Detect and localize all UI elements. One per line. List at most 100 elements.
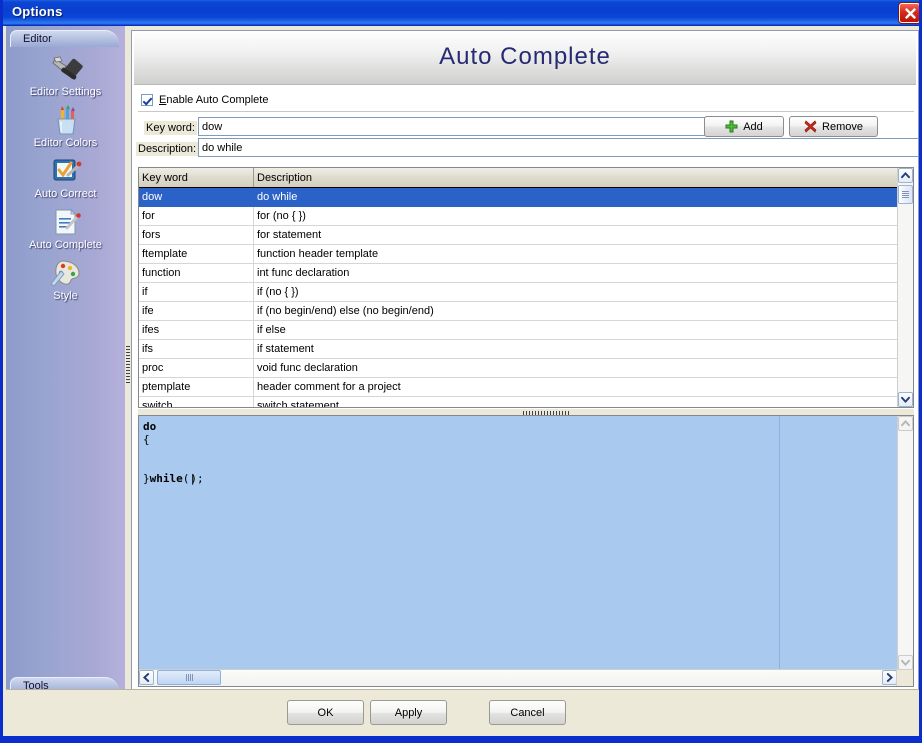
cell-keyword: ife — [139, 301, 254, 321]
table-row[interactable]: if if (no { }) — [139, 282, 899, 302]
sidebar: Editor Editor Settings Editor Colors Aut… — [6, 26, 125, 740]
close-x-glyph — [905, 8, 916, 19]
table-row[interactable]: ftemplate function header template — [139, 244, 899, 264]
enable-auto-complete-checkbox[interactable]: Enable Auto Complete — [141, 91, 268, 108]
sidebar-item-auto-complete[interactable]: Auto Complete — [6, 205, 125, 253]
main-panel: Auto Complete Enable Auto Complete Key w… — [131, 30, 919, 692]
keyword-table-grid: Key word Description dow do while for for (… — [139, 168, 899, 407]
cell-description: do while — [253, 187, 899, 207]
sidebar-tab-editor-label: Editor — [23, 33, 52, 45]
cell-keyword: ifs — [139, 339, 254, 359]
table-row[interactable]: ifs if statement — [139, 339, 899, 359]
scroll-left-arrow-icon[interactable] — [139, 670, 154, 685]
table-row[interactable]: proc void func declaration — [139, 358, 899, 378]
cell-keyword: fors — [139, 225, 254, 245]
options-dialog-window: Options Editor Editor Settings Editor Co… — [0, 0, 922, 743]
sidebar-item-label: Auto Complete — [29, 239, 102, 251]
page-title: Auto Complete — [439, 43, 611, 70]
column-header-description[interactable]: Description — [253, 168, 899, 188]
code-line-4-close: ); — [190, 472, 204, 485]
sidebar-item-label: Editor Settings — [29, 86, 102, 98]
scroll-thumb[interactable] — [898, 185, 913, 204]
table-row[interactable]: ifes if else — [139, 320, 899, 340]
code-horizontal-scrollbar[interactable] — [139, 669, 897, 686]
hammer-icon — [6, 52, 125, 86]
sidebar-item-style[interactable]: Style — [6, 256, 125, 304]
thumb-grip-icon — [185, 674, 193, 681]
checkbox-box-icon — [141, 93, 153, 106]
scroll-down-arrow-icon[interactable] — [898, 655, 913, 670]
keyword-table: Key word Description dow do while for for (… — [138, 167, 914, 408]
table-header-row: Key word Description — [139, 168, 899, 188]
pencil-cup-icon — [6, 103, 125, 137]
table-row[interactable]: ptemplate header comment for a project — [139, 377, 899, 397]
cell-description: function header template — [253, 244, 899, 264]
apply-button[interactable]: Apply — [370, 700, 447, 725]
palette-icon — [6, 256, 125, 290]
remove-button-label: Remove — [822, 120, 863, 133]
sidebar-item-auto-correct[interactable]: Auto Correct — [6, 154, 125, 202]
cell-description: if statement — [253, 339, 899, 359]
window-title: Options — [12, 4, 63, 19]
scrollbar-corner — [896, 669, 913, 686]
sidebar-item-label: Auto Correct — [34, 188, 97, 200]
code-line-4-brace: } — [143, 472, 150, 485]
sidebar-item-editor-settings[interactable]: Editor Settings — [6, 52, 125, 100]
scroll-down-arrow-icon[interactable] — [898, 392, 913, 407]
code-line-4-keyword: while — [149, 472, 183, 485]
green-plus-icon — [725, 120, 738, 133]
description-label: Description: — [136, 142, 199, 156]
code-vertical-scrollbar[interactable] — [897, 416, 913, 670]
keyword-input[interactable] — [198, 117, 762, 136]
cell-description: if (no { }) — [253, 282, 899, 302]
add-button-label: Add — [743, 120, 763, 133]
page-header-band: Auto Complete — [134, 33, 916, 85]
cell-description: for (no { }) — [253, 206, 899, 226]
cell-description: switch statement — [253, 396, 899, 407]
scroll-thumb[interactable] — [157, 670, 221, 685]
sidebar-item-list: Editor Settings Editor Colors Auto Corre… — [6, 52, 125, 307]
scroll-right-arrow-icon[interactable] — [882, 670, 897, 685]
table-row[interactable]: for for (no { }) — [139, 206, 899, 226]
table-row[interactable]: ife if (no begin/end) else (no begin/end) — [139, 301, 899, 321]
column-header-keyword[interactable]: Key word — [139, 168, 254, 188]
cell-keyword: ftemplate — [139, 244, 254, 264]
sidebar-item-label: Style — [53, 290, 78, 302]
thumb-grip-icon — [902, 191, 909, 198]
code-line-2: { — [143, 433, 150, 446]
code-preview-text[interactable]: do { }while(|); — [139, 416, 897, 670]
table-row[interactable]: dow do while — [139, 187, 899, 207]
table-vertical-scrollbar[interactable] — [897, 168, 913, 407]
cell-keyword: proc — [139, 358, 254, 378]
header-divider — [138, 111, 914, 112]
table-row[interactable]: fors for statement — [139, 225, 899, 245]
cell-keyword: for — [139, 206, 254, 226]
cell-keyword: switch — [139, 396, 254, 407]
cancel-button[interactable]: Cancel — [489, 700, 566, 725]
cell-keyword: if — [139, 282, 254, 302]
code-line-1: do — [143, 420, 157, 433]
close-icon[interactable] — [899, 3, 919, 23]
cell-keyword: function — [139, 263, 254, 283]
table-row[interactable]: switch switch statement — [139, 396, 899, 407]
cell-description: void func declaration — [253, 358, 899, 378]
table-row[interactable]: function int func declaration — [139, 263, 899, 283]
sidebar-tab-editor[interactable]: Editor — [10, 30, 119, 47]
sidebar-item-editor-colors[interactable]: Editor Colors — [6, 103, 125, 151]
scroll-up-arrow-icon[interactable] — [898, 168, 913, 183]
enable-label-rest: nable Auto Complete — [166, 93, 269, 106]
cell-description: for statement — [253, 225, 899, 245]
code-preview-panel: do { }while(|); — [138, 415, 914, 687]
remove-button[interactable]: Remove — [789, 116, 878, 137]
table-header: Key word Description — [139, 168, 899, 188]
ok-button[interactable]: OK — [287, 700, 364, 725]
scroll-up-arrow-icon[interactable] — [898, 416, 913, 431]
description-input[interactable] — [198, 138, 918, 157]
code-line-4-open: ( — [182, 472, 190, 485]
document-pen-icon — [6, 205, 125, 239]
cell-description: int func declaration — [253, 263, 899, 283]
table-body: dow do while for for (no { }) fors for statem… — [139, 187, 899, 407]
code-margin-line — [779, 416, 780, 670]
add-button[interactable]: Add — [704, 116, 784, 137]
cell-description: if else — [253, 320, 899, 340]
